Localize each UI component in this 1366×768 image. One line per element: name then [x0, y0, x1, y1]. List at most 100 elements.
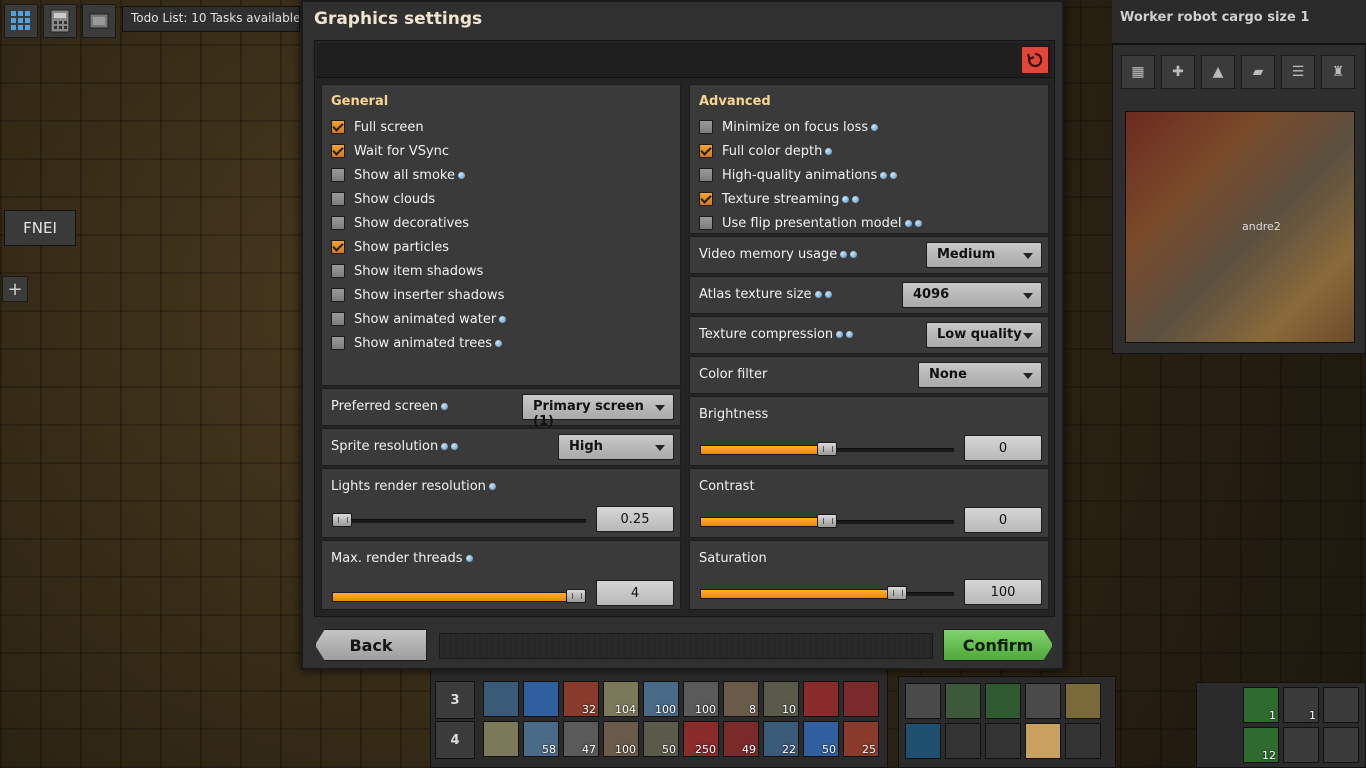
quickbar-slot[interactable]: 47 — [563, 721, 599, 757]
quickbar-slot[interactable]: 8 — [723, 681, 759, 717]
saturation-value[interactable]: 100 — [964, 579, 1042, 605]
checkbox[interactable] — [331, 120, 345, 134]
brightness-slider[interactable] — [700, 442, 954, 456]
option-show-all-smoke[interactable]: Show all smoke — [331, 165, 465, 185]
checkbox[interactable] — [699, 216, 713, 230]
reset-button[interactable] — [1021, 46, 1049, 74]
quickbar-slot[interactable] — [945, 723, 981, 759]
checkbox[interactable] — [331, 192, 345, 206]
quickbar-slot[interactable]: 250 — [683, 721, 719, 757]
quickbar-slot[interactable]: 50 — [803, 721, 839, 757]
checkbox[interactable] — [699, 120, 713, 134]
train-tool-icon[interactable]: ▲ — [1201, 55, 1235, 89]
quickbar-slot[interactable]: 100 — [603, 721, 639, 757]
quickbar-slot[interactable] — [905, 683, 941, 719]
todo-list-button[interactable]: Todo List: 10 Tasks available — [122, 6, 300, 32]
slider-thumb[interactable] — [566, 589, 586, 603]
weapon-slot[interactable] — [1323, 687, 1359, 723]
calculator-icon[interactable] — [43, 4, 77, 38]
checkbox[interactable] — [331, 264, 345, 278]
weapon-slot[interactable]: 1 — [1243, 687, 1279, 723]
map-grid-icon[interactable] — [4, 4, 38, 38]
checkbox[interactable] — [331, 168, 345, 182]
color-filter-dropdown[interactable]: None — [918, 362, 1042, 388]
option-high-quality-animations[interactable]: High-quality animations — [699, 165, 898, 185]
lights-render-resolution-slider[interactable] — [332, 513, 586, 527]
quickbar-slot[interactable] — [1065, 683, 1101, 719]
add-icon[interactable]: + — [2, 276, 28, 302]
quickbar-slot[interactable]: 50 — [643, 721, 679, 757]
option-full-screen[interactable]: Full screen — [331, 117, 424, 137]
video-memory-usage-dropdown[interactable]: Medium — [926, 242, 1042, 268]
quickbar-slot[interactable] — [843, 681, 879, 717]
texture-compression-dropdown[interactable]: Low quality — [926, 322, 1042, 348]
option-use-flip-presentation-model[interactable]: Use flip presentation model — [699, 213, 922, 233]
list-tool-icon[interactable]: ☰ — [1281, 55, 1315, 89]
quickbar-slot[interactable]: 32 — [563, 681, 599, 717]
contrast-value[interactable]: 0 — [964, 507, 1042, 533]
option-show-particles[interactable]: Show particles — [331, 237, 449, 257]
quickbar-slot[interactable]: 100 — [683, 681, 719, 717]
minimap[interactable]: andre2 — [1125, 111, 1355, 343]
quickbar-slot[interactable]: 104 — [603, 681, 639, 717]
checkbox[interactable] — [331, 216, 345, 230]
option-show-animated-trees[interactable]: Show animated trees — [331, 333, 503, 353]
quickbar-slot[interactable] — [523, 681, 559, 717]
atlas-texture-size-dropdown[interactable]: 4096 — [902, 282, 1042, 308]
quickbar-row-number[interactable]: 4 — [435, 721, 475, 759]
option-show-animated-water[interactable]: Show animated water — [331, 309, 507, 329]
quickbar-slot[interactable]: 25 — [843, 721, 879, 757]
checkbox[interactable] — [331, 288, 345, 302]
quickbar-slot[interactable] — [483, 681, 519, 717]
option-show-item-shadows[interactable]: Show item shadows — [331, 261, 483, 281]
research-progress[interactable]: Worker robot cargo size 1 — [1112, 0, 1366, 44]
checkbox[interactable] — [331, 312, 345, 326]
back-button[interactable]: Back — [315, 629, 427, 661]
saturation-slider[interactable] — [700, 586, 954, 600]
slider-thumb[interactable] — [817, 442, 837, 456]
checkbox[interactable] — [699, 192, 713, 206]
quickbar-slot[interactable]: 58 — [523, 721, 559, 757]
map-tool-icon[interactable]: ▦ — [1121, 55, 1155, 89]
option-minimize-on-focus-loss[interactable]: Minimize on focus loss — [699, 117, 879, 137]
quickbar-slot[interactable] — [985, 723, 1021, 759]
quickbar-slot[interactable] — [803, 681, 839, 717]
option-show-decoratives[interactable]: Show decoratives — [331, 213, 469, 233]
preferred-screen-dropdown[interactable]: Primary screen (1) — [522, 394, 674, 429]
sprite-resolution-dropdown[interactable]: High — [558, 434, 674, 460]
quickbar-slot[interactable] — [945, 683, 981, 719]
checkbox[interactable] — [699, 168, 713, 182]
slider-thumb[interactable] — [817, 514, 837, 528]
quickbar-slot[interactable] — [483, 721, 519, 757]
blueprint-icon[interactable] — [82, 4, 116, 38]
option-texture-streaming[interactable]: Texture streaming — [699, 189, 860, 209]
option-show-inserter-shadows[interactable]: Show inserter shadows — [331, 285, 504, 305]
option-full-color-depth[interactable]: Full color depth — [699, 141, 833, 161]
slider-thumb[interactable] — [887, 586, 907, 600]
quickbar-slot[interactable] — [1065, 723, 1101, 759]
lights-render-resolution-value[interactable]: 0.25 — [596, 506, 674, 532]
signal-tool-icon[interactable]: ✚ — [1161, 55, 1195, 89]
slider-thumb[interactable] — [332, 513, 352, 527]
checkbox[interactable] — [331, 336, 345, 350]
checkbox[interactable] — [331, 240, 345, 254]
brightness-value[interactable]: 0 — [964, 435, 1042, 461]
contrast-slider[interactable] — [700, 514, 954, 528]
quickbar-row-number[interactable]: 3 — [435, 681, 475, 719]
quickbar-slot[interactable] — [1025, 723, 1061, 759]
checkbox[interactable] — [699, 144, 713, 158]
confirm-button[interactable]: Confirm — [943, 629, 1053, 661]
quickbar-slot[interactable] — [905, 723, 941, 759]
option-wait-for-vsync[interactable]: Wait for VSync — [331, 141, 449, 161]
quickbar-slot[interactable]: 22 — [763, 721, 799, 757]
quickbar-slot[interactable]: 10 — [763, 681, 799, 717]
max-render-threads-value[interactable]: 4 — [596, 580, 674, 606]
option-show-clouds[interactable]: Show clouds — [331, 189, 435, 209]
trophy-tool-icon[interactable]: ♜ — [1321, 55, 1355, 89]
quickbar-slot[interactable]: 100 — [643, 681, 679, 717]
checkbox[interactable] — [331, 144, 345, 158]
weapon-slot[interactable]: 1 — [1283, 687, 1319, 723]
ammo-slot[interactable] — [1323, 727, 1359, 763]
ammo-slot[interactable] — [1283, 727, 1319, 763]
max-render-threads-slider[interactable] — [332, 589, 586, 603]
